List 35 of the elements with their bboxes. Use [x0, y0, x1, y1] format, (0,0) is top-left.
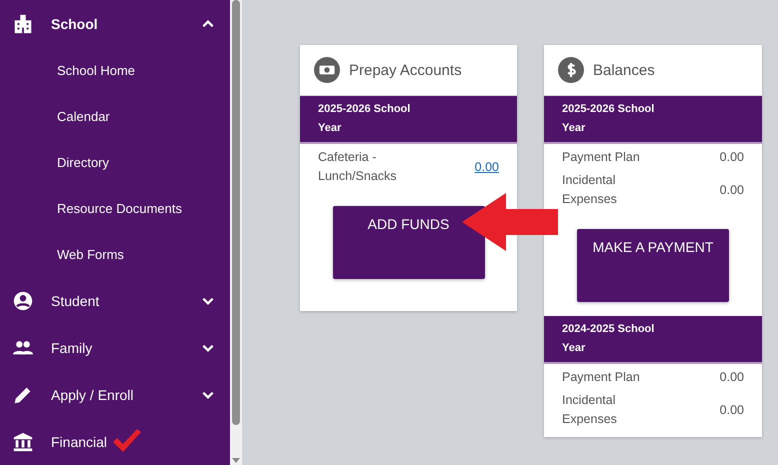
scrollbar-thumb[interactable]: [232, 0, 240, 425]
nav-item[interactable]: School: [0, 0, 230, 47]
amount-value: 0.00: [720, 182, 744, 198]
nav-item[interactable]: Family: [0, 324, 230, 371]
bank-icon: [12, 430, 34, 452]
section-title: 2025-2026 School Year: [318, 103, 410, 134]
amount-value: 0.00: [720, 369, 744, 386]
nav-item[interactable]: Financial: [0, 418, 230, 465]
nav-subitem[interactable]: School Home: [0, 47, 230, 93]
card-title: Balances: [593, 62, 655, 78]
dollar-icon: [558, 57, 584, 83]
row-label: Incidental Expenses: [562, 392, 618, 428]
row-label: Incidental Expenses: [562, 172, 618, 208]
action-button[interactable]: MAKE A PAYMENT: [577, 229, 729, 302]
nav-item[interactable]: Student: [0, 277, 230, 324]
nav-subitem[interactable]: Resource Documents: [0, 185, 230, 231]
building-icon: [12, 12, 34, 34]
row-label: Cafeteria - Lunch/Snacks: [318, 149, 398, 185]
amount-value: 0.00: [720, 149, 744, 166]
action-button[interactable]: ADD FUNDS: [332, 206, 484, 279]
nav-subitem[interactable]: Directory: [0, 139, 230, 185]
scrollbar[interactable]: [230, 0, 242, 465]
nav-item[interactable]: Apply / Enroll: [0, 371, 230, 418]
amount-value: 0.00: [720, 402, 744, 418]
section-title: 2024-2025 School Year: [562, 323, 654, 354]
nav-subitem[interactable]: Web Forms: [0, 231, 230, 277]
scroll-down-icon[interactable]: [232, 458, 240, 463]
banknote-icon: [314, 57, 340, 83]
nav-subitem[interactable]: Calendar: [0, 93, 230, 139]
person-icon: [12, 290, 34, 312]
row-label: Payment Plan: [562, 369, 641, 386]
section-title: 2025-2026 School Year: [562, 103, 654, 134]
amount-link[interactable]: 0.00: [474, 158, 499, 176]
card-title: Prepay Accounts: [349, 62, 462, 78]
row-label: Payment Plan: [562, 149, 641, 166]
